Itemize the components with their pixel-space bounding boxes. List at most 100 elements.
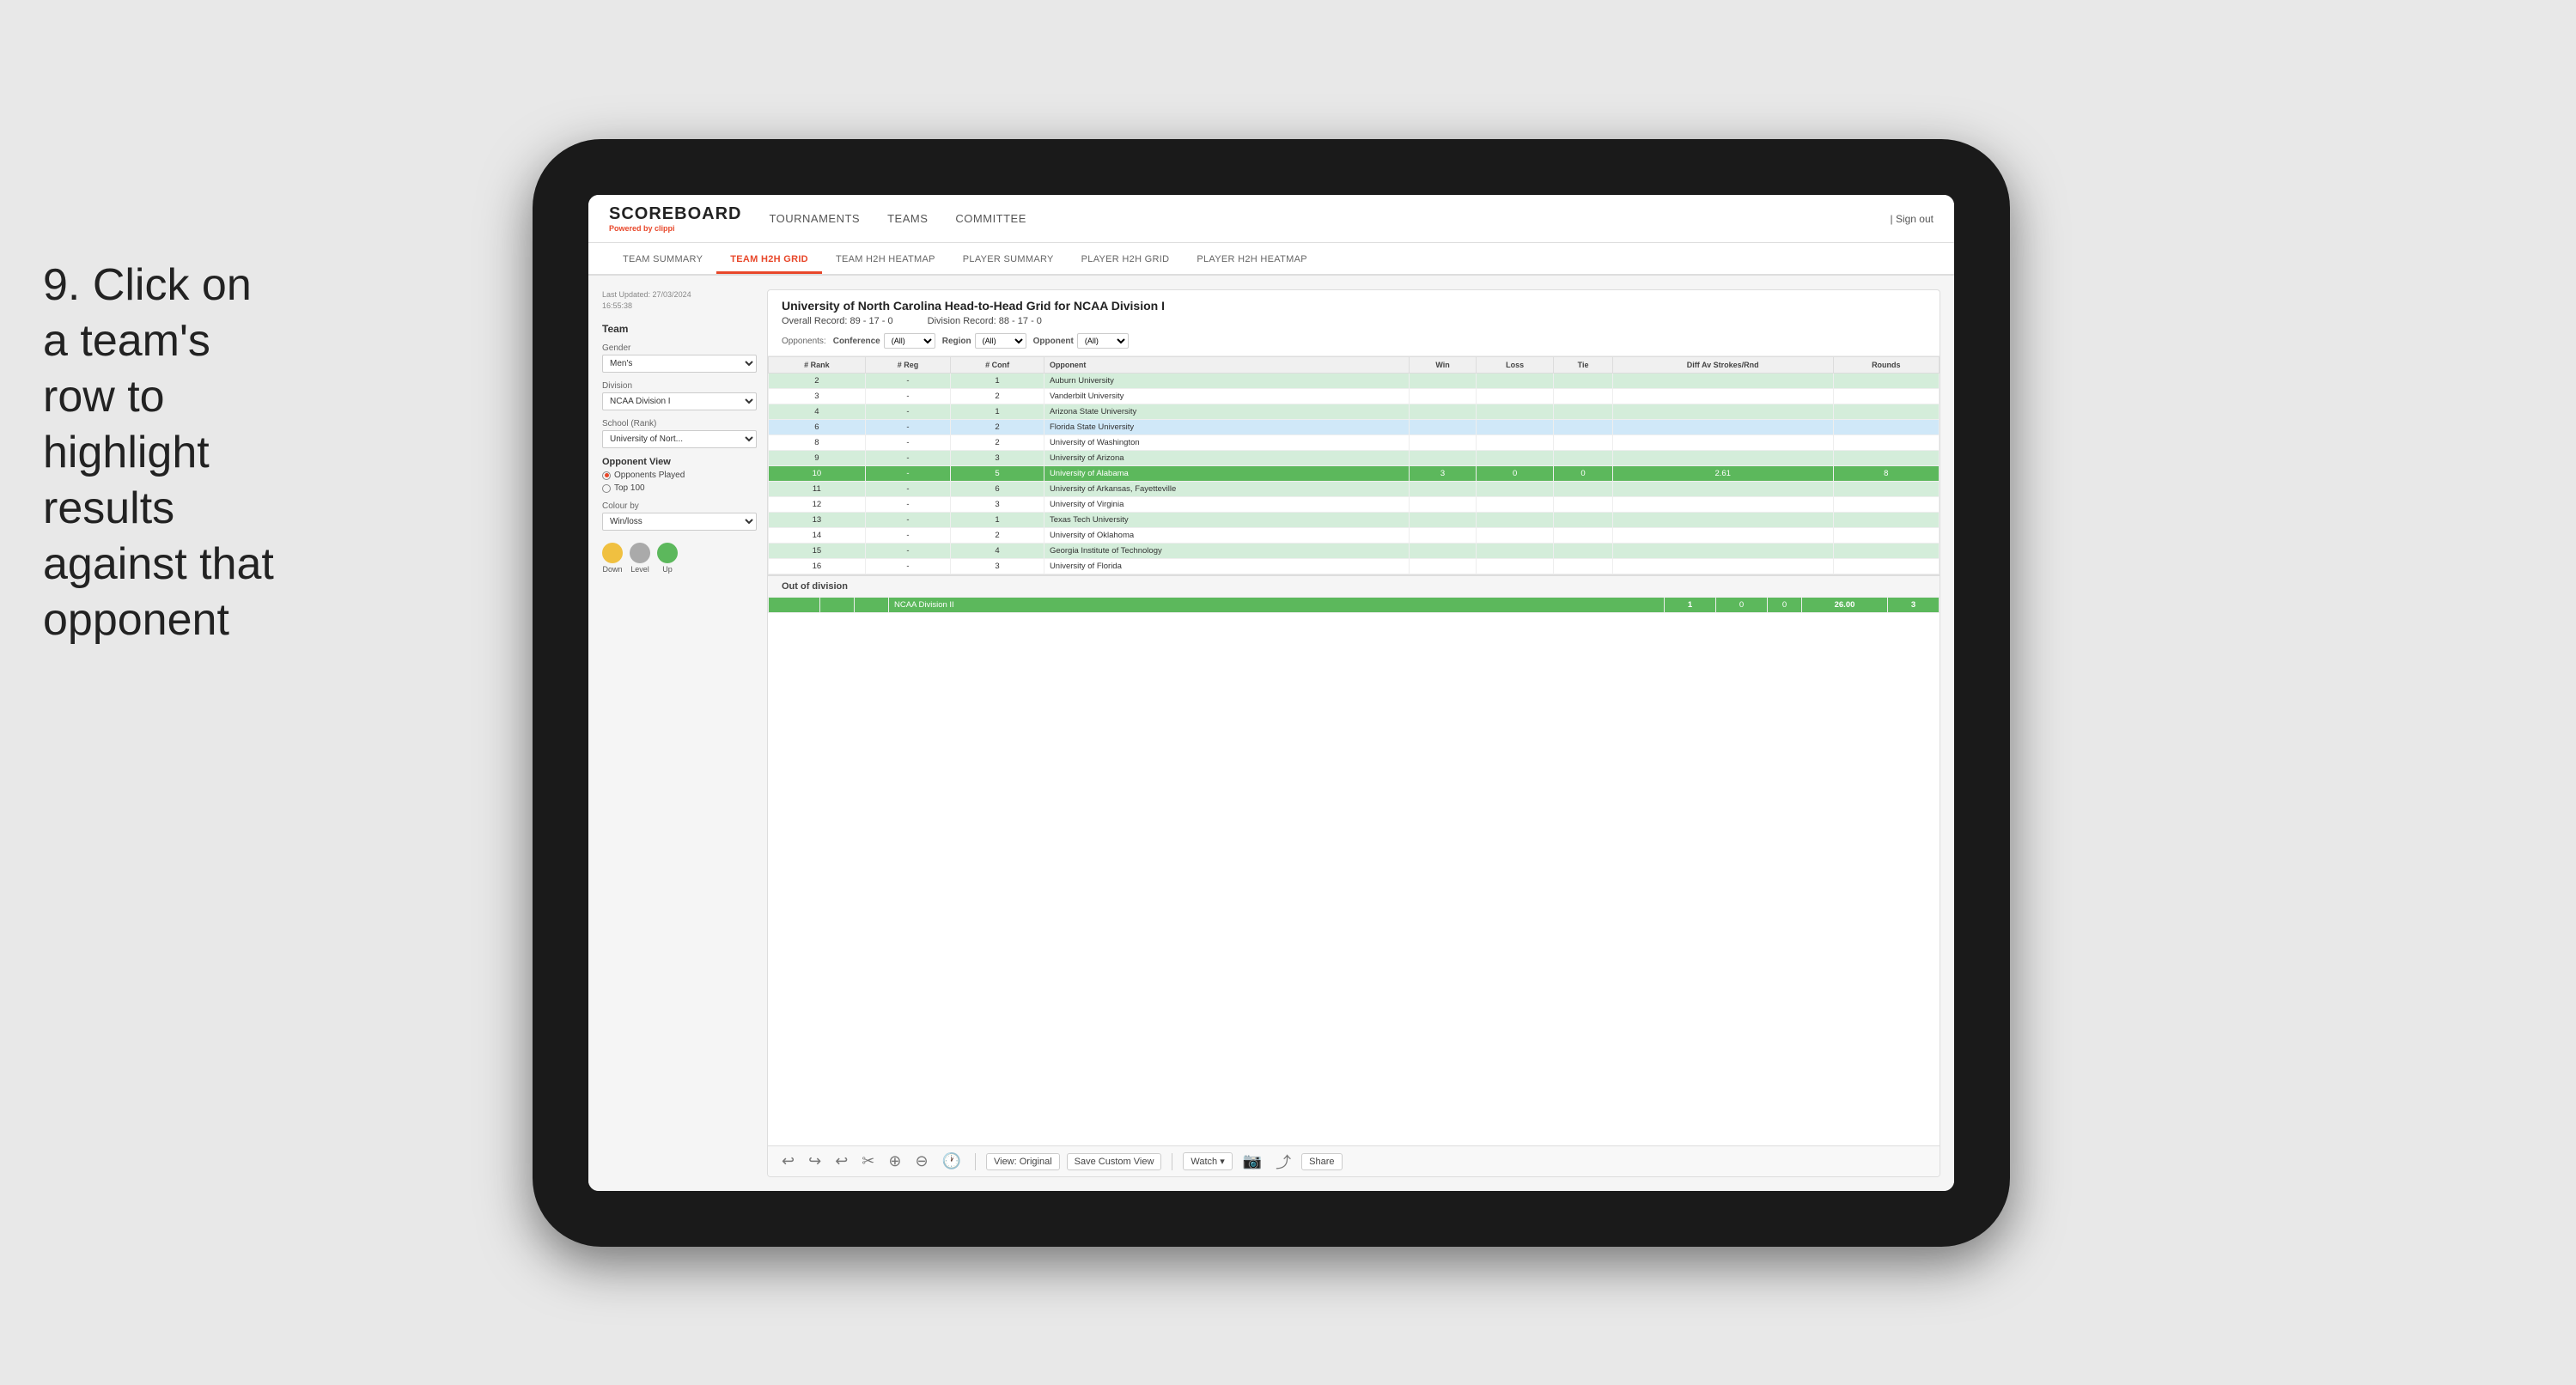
region-filter-select[interactable]: (All) bbox=[975, 333, 1026, 349]
colour-by-section: Colour by Win/loss bbox=[602, 501, 757, 531]
opponent-view-radio-group: Opponents Played Top 100 bbox=[602, 471, 757, 493]
division-select[interactable]: NCAA Division I bbox=[602, 392, 757, 410]
toolbar-divider-1 bbox=[975, 1153, 976, 1170]
legend-dot-level bbox=[630, 543, 650, 563]
top-nav: SCOREBOARD Powered by clippi TOURNAMENTS… bbox=[588, 195, 1954, 243]
school-section: School (Rank) University of Nort... bbox=[602, 419, 757, 448]
odd-conf bbox=[855, 598, 889, 613]
logo-area: SCOREBOARD Powered by clippi bbox=[609, 204, 741, 233]
minus-btn[interactable]: ⊖ bbox=[911, 1151, 931, 1172]
tablet-device: SCOREBOARD Powered by clippi TOURNAMENTS… bbox=[533, 139, 2010, 1247]
table-row[interactable]: 13-1Texas Tech University bbox=[769, 513, 1940, 528]
main-content: Last Updated: 27/03/2024 16:55:38 Team G… bbox=[588, 276, 1954, 1191]
table-row[interactable]: 12-3University of Virginia bbox=[769, 497, 1940, 513]
region-filter: Region (All) bbox=[942, 333, 1026, 349]
division-record: Division Record: 88 - 17 - 0 bbox=[928, 316, 1042, 326]
conference-filter: Conference (All) bbox=[833, 333, 935, 349]
legend-dot-down bbox=[602, 543, 623, 563]
division-section: Division NCAA Division I bbox=[602, 381, 757, 410]
nav-teams[interactable]: TEAMS bbox=[887, 212, 928, 225]
col-diff: Diff Av Strokes/Rnd bbox=[1612, 357, 1833, 374]
odd-loss: 0 bbox=[1716, 598, 1768, 613]
odd-win: 1 bbox=[1665, 598, 1716, 613]
redo-btn[interactable]: ↪ bbox=[805, 1151, 825, 1172]
table-row[interactable]: 10-5University of Alabama3002.618 bbox=[769, 466, 1940, 482]
table-row[interactable]: 11-6University of Arkansas, Fayetteville bbox=[769, 482, 1940, 497]
table-row[interactable]: 4-1Arizona State University bbox=[769, 404, 1940, 420]
grid-panel: University of North Carolina Head-to-Hea… bbox=[767, 289, 1940, 1177]
colour-by-select[interactable]: Win/loss bbox=[602, 513, 757, 531]
col-win: Win bbox=[1410, 357, 1477, 374]
table-row[interactable]: 3-2Vanderbilt University bbox=[769, 389, 1940, 404]
tab-player-h2h-grid[interactable]: PLAYER H2H GRID bbox=[1068, 247, 1184, 274]
odd-reg bbox=[820, 598, 855, 613]
opponent-filter-label: Opponent bbox=[1033, 337, 1074, 346]
table-row[interactable]: 16-3University of Florida bbox=[769, 559, 1940, 574]
clock-btn[interactable]: 🕐 bbox=[939, 1151, 965, 1172]
legend-up: Up bbox=[657, 543, 678, 574]
share-btn[interactable]: Share bbox=[1301, 1153, 1342, 1170]
grid-records: Overall Record: 89 - 17 - 0 Division Rec… bbox=[782, 316, 1926, 326]
conference-filter-label: Conference bbox=[833, 337, 880, 346]
table-row[interactable]: 14-2University of Oklahoma bbox=[769, 528, 1940, 544]
nav-committee[interactable]: COMMITTEE bbox=[955, 212, 1026, 225]
opponent-view-section: Opponent View Opponents Played Top 100 bbox=[602, 457, 757, 493]
tab-player-summary[interactable]: PLAYER SUMMARY bbox=[949, 247, 1068, 274]
logo-scoreboard: SCOREBOARD bbox=[609, 204, 741, 224]
opponent-filter: Opponent (All) bbox=[1033, 333, 1129, 349]
out-of-division-row[interactable]: NCAA Division II 1 0 0 26.00 3 bbox=[769, 598, 1940, 613]
nav-tournaments[interactable]: TOURNAMENTS bbox=[769, 212, 860, 225]
grid-title: University of North Carolina Head-to-Hea… bbox=[782, 299, 1926, 313]
h2h-table: # Rank # Reg # Conf Opponent Win Loss Ti… bbox=[768, 356, 1940, 574]
share-icon-btn[interactable]: ⤴ bbox=[1272, 1149, 1294, 1175]
tab-team-summary[interactable]: TEAM SUMMARY bbox=[609, 247, 716, 274]
logo-powered: Powered by clippi bbox=[609, 224, 741, 233]
odd-rank bbox=[769, 598, 820, 613]
bottom-toolbar: ↩ ↪ ↩ ✂ ⊕ ⊖ 🕐 View: Original Save Custom… bbox=[768, 1145, 1940, 1176]
out-of-division-header: Out of division bbox=[768, 574, 1940, 597]
table-row[interactable]: 9-3University of Arizona bbox=[769, 451, 1940, 466]
watch-btn[interactable]: Watch ▾ bbox=[1183, 1152, 1232, 1170]
instruction-step: 9. bbox=[43, 260, 80, 310]
out-of-division-table: NCAA Division II 1 0 0 26.00 3 bbox=[768, 597, 1940, 613]
tab-player-h2h-heatmap[interactable]: PLAYER H2H HEATMAP bbox=[1183, 247, 1320, 274]
grid-filters: Opponents: Conference (All) Region bbox=[782, 333, 1926, 349]
camera-btn[interactable]: 📷 bbox=[1239, 1151, 1265, 1172]
scissors-btn[interactable]: ✂ bbox=[858, 1151, 878, 1172]
table-header-row: # Rank # Reg # Conf Opponent Win Loss Ti… bbox=[769, 357, 1940, 374]
save-custom-btn[interactable]: Save Custom View bbox=[1067, 1153, 1162, 1170]
table-row[interactable]: 8-2University of Washington bbox=[769, 435, 1940, 451]
overall-record: Overall Record: 89 - 17 - 0 bbox=[782, 316, 893, 326]
conference-filter-select[interactable]: (All) bbox=[884, 333, 935, 349]
undo-btn[interactable]: ↩ bbox=[778, 1151, 798, 1172]
grid-header: University of North Carolina Head-to-Hea… bbox=[768, 290, 1940, 356]
instruction-body: Click on a team's row to highlight resul… bbox=[43, 260, 274, 645]
out-of-division-label: Out of division bbox=[782, 581, 848, 592]
col-conf: # Conf bbox=[951, 357, 1044, 374]
odd-division: NCAA Division II bbox=[889, 598, 1665, 613]
back-btn[interactable]: ↩ bbox=[831, 1151, 851, 1172]
tab-team-h2h-heatmap[interactable]: TEAM H2H HEATMAP bbox=[822, 247, 949, 274]
plus-btn[interactable]: ⊕ bbox=[885, 1151, 904, 1172]
legend-level: Level bbox=[630, 543, 650, 574]
radio-opponents-played[interactable]: Opponents Played bbox=[602, 471, 757, 480]
tab-team-h2h-grid[interactable]: TEAM H2H GRID bbox=[716, 247, 822, 274]
gender-select[interactable]: Men's bbox=[602, 355, 757, 373]
data-table: # Rank # Reg # Conf Opponent Win Loss Ti… bbox=[768, 356, 1940, 1145]
table-row[interactable]: 2-1Auburn University bbox=[769, 374, 1940, 389]
col-opponent: Opponent bbox=[1044, 357, 1409, 374]
col-reg: # Reg bbox=[865, 357, 950, 374]
table-row[interactable]: 15-4Georgia Institute of Technology bbox=[769, 544, 1940, 559]
nav-sign-out[interactable]: | Sign out bbox=[1891, 213, 1934, 225]
team-label: Team bbox=[602, 323, 757, 335]
legend-dot-up bbox=[657, 543, 678, 563]
opponent-filter-select[interactable]: (All) bbox=[1077, 333, 1129, 349]
radio-top100[interactable]: Top 100 bbox=[602, 483, 757, 493]
view-original-btn[interactable]: View: Original bbox=[986, 1153, 1060, 1170]
tablet-screen: SCOREBOARD Powered by clippi TOURNAMENTS… bbox=[588, 195, 1954, 1191]
col-rounds: Rounds bbox=[1833, 357, 1939, 374]
radio-dot-opponents bbox=[602, 471, 611, 480]
odd-diff: 26.00 bbox=[1802, 598, 1888, 613]
table-row[interactable]: 6-2Florida State University bbox=[769, 420, 1940, 435]
school-select[interactable]: University of Nort... bbox=[602, 430, 757, 448]
